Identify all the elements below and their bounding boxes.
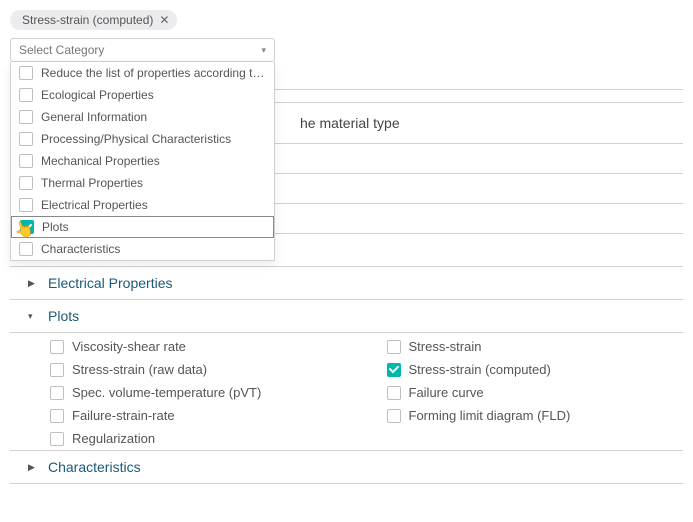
- category-select-placeholder: Select Category: [19, 43, 104, 57]
- plot-option[interactable]: Spec. volume-temperature (pVT): [50, 385, 347, 400]
- plots-col-right: Stress-strain Stress-strain (computed) Fai…: [387, 339, 684, 446]
- category-option-label: Ecological Properties: [41, 88, 154, 102]
- chevron-down-icon: ▾: [261, 45, 266, 56]
- filter-chip-row: Stress-strain (computed) ✕: [0, 0, 693, 36]
- checkbox[interactable]: [387, 409, 401, 423]
- caret-right-icon: ▶: [28, 462, 38, 473]
- plot-option[interactable]: Viscosity-shear rate: [50, 339, 347, 354]
- plot-option-label: Stress-strain: [409, 339, 482, 354]
- plot-option[interactable]: Failure curve: [387, 385, 684, 400]
- checkbox[interactable]: [19, 242, 33, 256]
- checkbox[interactable]: [50, 363, 64, 377]
- plot-option-label: Spec. volume-temperature (pVT): [72, 385, 261, 400]
- section-characteristics[interactable]: ▶ Characteristics: [10, 451, 683, 484]
- category-option-label: Thermal Properties: [41, 176, 143, 190]
- checkbox[interactable]: [50, 432, 64, 446]
- checkbox[interactable]: [19, 132, 33, 146]
- section-electrical[interactable]: ▶ Electrical Properties: [10, 267, 683, 300]
- plot-option[interactable]: Stress-strain: [387, 339, 684, 354]
- checkbox[interactable]: [50, 386, 64, 400]
- section-title: Characteristics: [48, 459, 141, 475]
- category-dropdown-panel: Reduce the list of properties according …: [10, 62, 275, 261]
- checkbox[interactable]: [50, 409, 64, 423]
- plots-col-left: Viscosity-shear rate Stress-strain (raw d…: [50, 339, 347, 446]
- category-option-label: General Information: [41, 110, 147, 124]
- category-option[interactable]: Electrical Properties: [11, 194, 274, 216]
- checkbox[interactable]: [19, 88, 33, 102]
- plot-option-label: Regularization: [72, 431, 155, 446]
- category-option[interactable]: General Information: [11, 106, 274, 128]
- filter-chip[interactable]: Stress-strain (computed) ✕: [10, 10, 177, 30]
- checkbox[interactable]: [387, 340, 401, 354]
- plot-option[interactable]: Regularization: [50, 431, 347, 446]
- checkbox[interactable]: [387, 363, 401, 377]
- category-option[interactable]: Characteristics: [11, 238, 274, 260]
- category-option-label: Plots: [42, 220, 69, 234]
- category-option-label: Characteristics: [41, 242, 120, 256]
- plot-option[interactable]: Failure-strain-rate: [50, 408, 347, 423]
- section-title: Electrical Properties: [48, 275, 173, 291]
- plot-option[interactable]: Stress-strain (raw data): [50, 362, 347, 377]
- category-option-label: Reduce the list of properties according …: [41, 66, 266, 80]
- section-plots[interactable]: ▾ Plots: [10, 300, 683, 333]
- category-option[interactable]: Mechanical Properties: [11, 150, 274, 172]
- category-option[interactable]: Reduce the list of properties according …: [11, 62, 274, 84]
- plot-option-label: Stress-strain (computed): [409, 362, 551, 377]
- plot-option-label: Stress-strain (raw data): [72, 362, 207, 377]
- caret-down-icon: ▾: [28, 311, 38, 322]
- plot-option-label: Failure-strain-rate: [72, 408, 175, 423]
- category-select[interactable]: Select Category ▾: [10, 38, 275, 62]
- plot-option[interactable]: Forming limit diagram (FLD): [387, 408, 684, 423]
- checkbox[interactable]: [19, 176, 33, 190]
- checkbox[interactable]: [19, 198, 33, 212]
- category-option[interactable]: Processing/Physical Characteristics: [11, 128, 274, 150]
- plot-option-label: Failure curve: [409, 385, 484, 400]
- checkbox[interactable]: [19, 110, 33, 124]
- category-option[interactable]: Ecological Properties: [11, 84, 274, 106]
- category-option-label: Processing/Physical Characteristics: [41, 132, 231, 146]
- section-title: Plots: [48, 308, 79, 324]
- plot-option-label: Forming limit diagram (FLD): [409, 408, 571, 423]
- caret-right-icon: ▶: [28, 278, 38, 289]
- checkbox[interactable]: [19, 66, 33, 80]
- category-option[interactable]: Plots: [11, 216, 274, 238]
- checkbox[interactable]: [20, 220, 34, 234]
- category-dropdown: Select Category ▾ Reduce the list of pro…: [10, 38, 275, 261]
- close-icon[interactable]: ✕: [159, 13, 169, 27]
- plot-option-label: Viscosity-shear rate: [72, 339, 186, 354]
- checkbox[interactable]: [19, 154, 33, 168]
- plots-body: Viscosity-shear rate Stress-strain (raw d…: [10, 333, 683, 451]
- category-option[interactable]: Thermal Properties: [11, 172, 274, 194]
- plot-option[interactable]: Stress-strain (computed): [387, 362, 684, 377]
- checkbox[interactable]: [50, 340, 64, 354]
- filter-chip-label: Stress-strain (computed): [22, 13, 153, 27]
- category-option-label: Mechanical Properties: [41, 154, 160, 168]
- category-option-label: Electrical Properties: [41, 198, 148, 212]
- checkbox[interactable]: [387, 386, 401, 400]
